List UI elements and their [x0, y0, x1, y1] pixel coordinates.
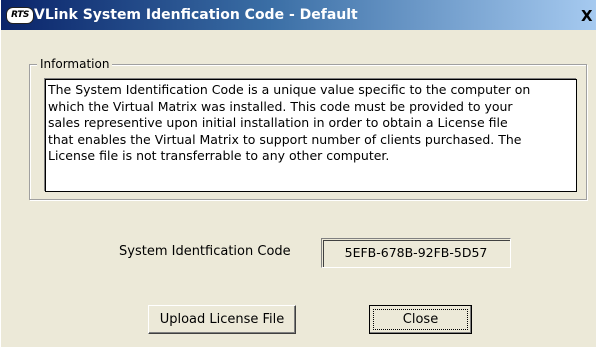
title-bar[interactable]: RTS VLink System Idenfication Code - Def…: [1, 0, 596, 30]
upload-license-button[interactable]: Upload License File: [148, 305, 296, 334]
information-group-label: Information: [37, 56, 113, 72]
system-code-label: System Identfication Code: [119, 244, 291, 259]
rts-logo-icon: RTS: [7, 8, 33, 23]
system-code-field: 5EFB-678B-92FB-5D57: [321, 238, 511, 268]
dialog-window: RTS VLink System Idenfication Code - Def…: [0, 0, 596, 347]
system-code-value: 5EFB-678B-92FB-5D57: [344, 245, 488, 260]
close-button-focus-rect: [373, 309, 468, 330]
app-icon-text: RTS: [11, 10, 29, 20]
information-text: The System Identification Code is a uniq…: [48, 82, 531, 163]
close-button[interactable]: Close: [369, 305, 472, 334]
window-title: VLink System Idenfication Code - Default: [34, 7, 358, 23]
close-icon[interactable]: X: [581, 7, 596, 25]
